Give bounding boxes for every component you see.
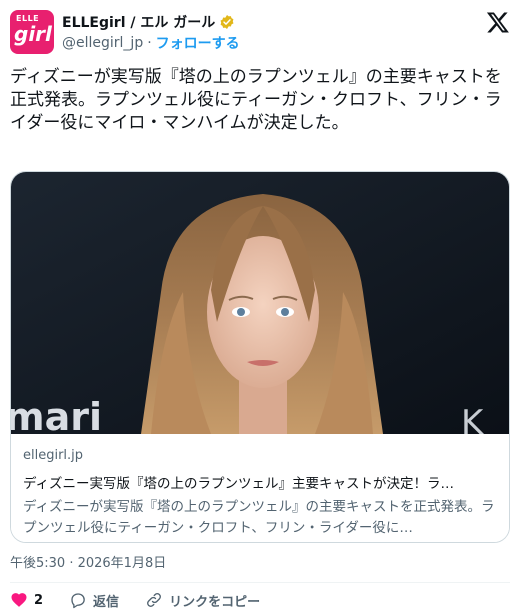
author-handle[interactable]: @ellegirl_jp xyxy=(62,35,143,51)
card-image[interactable]: mari K xyxy=(11,172,509,434)
portrait-photo: mari K xyxy=(11,172,509,434)
author-display-name[interactable]: ELLEgirl / エル ガール xyxy=(62,12,215,32)
link-preview-card[interactable]: mari K ellegirl.jp ディズニー実写版『塔の上のラプンツェル』主… xyxy=(10,171,510,543)
heart-icon xyxy=(11,593,27,607)
like-count: 2 xyxy=(34,592,44,608)
tweet-timestamp[interactable]: 午後5:30 · 2026年1月8日 xyxy=(10,552,166,571)
card-body[interactable]: ellegirl.jp ディズニー実写版『塔の上のラプンツェル』主要キャストが決… xyxy=(11,434,509,542)
card-title[interactable]: ディズニー実写版『塔の上のラプンツェル』主要キャストが決定！ラ… xyxy=(23,472,497,493)
reply-label: 返信 xyxy=(93,594,120,610)
reply-bubble-icon xyxy=(71,593,85,609)
tweet-header: ELLE girl ELLEgirl / エル ガール @ellegirl_jp… xyxy=(10,10,510,58)
x-logo-icon[interactable] xyxy=(486,10,510,34)
copy-link-button[interactable]: リンクをコピー xyxy=(145,591,260,610)
card-description: ディズニーが実写版『塔の上のラプンツェル』の主要キャストを正式発表。ラプンツェル… xyxy=(23,499,495,536)
avatar[interactable]: ELLE girl xyxy=(10,10,54,54)
handle-separator: · xyxy=(147,35,152,51)
verified-badge-icon xyxy=(220,15,234,29)
tweet-text: ディズニーが実写版『塔の上のラプンツェル』の主要キャストを正式発表。ラプンツェル… xyxy=(10,67,502,133)
copy-link-label: リンクをコピー xyxy=(169,594,261,610)
like-button[interactable]: 2 xyxy=(10,591,43,609)
follow-button[interactable]: フォローする xyxy=(156,33,240,53)
divider xyxy=(10,582,510,583)
author-handle-row: @ellegirl_jp · フォローする xyxy=(62,34,240,52)
action-bar: 2 返信 リンクをコピー xyxy=(10,590,510,610)
reply-button[interactable]: 返信 xyxy=(69,591,119,610)
author-name-row: ELLEgirl / エル ガール xyxy=(62,12,235,32)
card-domain: ellegirl.jp xyxy=(23,448,84,463)
backdrop-text: mari xyxy=(11,395,102,434)
link-icon xyxy=(147,593,161,607)
svg-text:K: K xyxy=(461,403,485,434)
avatar-logo-text: girl xyxy=(14,22,52,46)
